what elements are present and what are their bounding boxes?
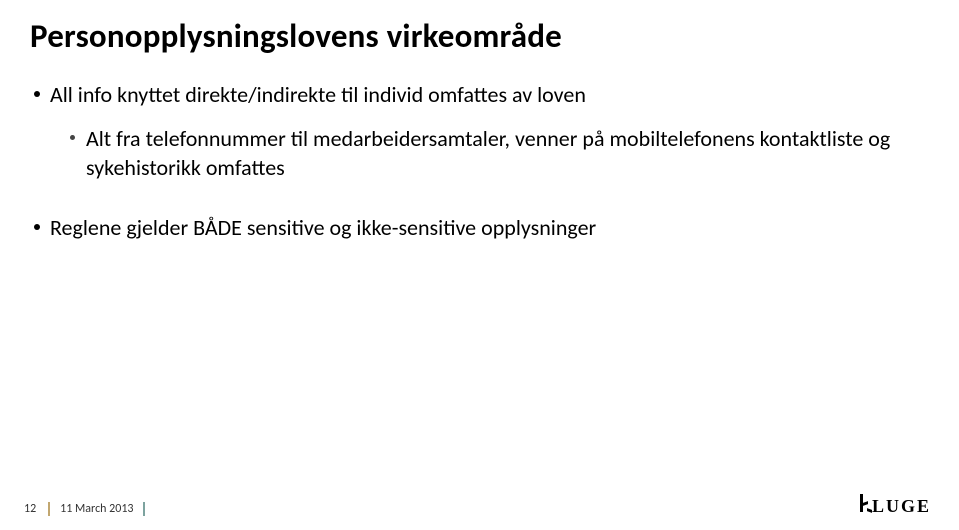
bullet-item-1: All info knyttet direkte/indirekte til i… <box>30 80 929 110</box>
brand-logo-text: LUGE <box>860 494 931 517</box>
brand-name: LUGE <box>872 496 931 517</box>
slide: Personopplysningslovens virkeområde All … <box>0 0 959 530</box>
brand-logo-mark-icon <box>860 494 872 512</box>
footer-separator-1 <box>48 502 50 516</box>
page-number: 12 <box>24 502 36 516</box>
footer-date: 11 March 2013 <box>60 502 133 516</box>
bullet-item-2: Alt fra telefonnummer til medarbeidersam… <box>30 124 929 183</box>
spacer <box>30 189 929 213</box>
bullet-item-3: Reglene gjelder BÅDE sensitive og ikke-s… <box>30 213 929 243</box>
brand-logo: LUGE <box>841 490 931 520</box>
footer-separator-2 <box>143 502 145 516</box>
slide-title: Personopplysningslovens virkeområde <box>30 16 929 56</box>
footer: 12 11 March 2013 <box>24 502 155 516</box>
bullet-list: All info knyttet direkte/indirekte til i… <box>30 80 929 243</box>
